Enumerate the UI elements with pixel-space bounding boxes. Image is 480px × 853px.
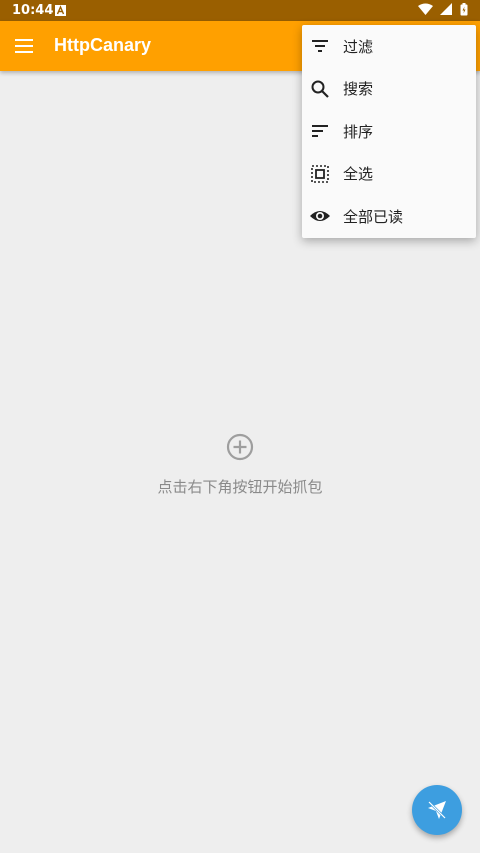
signal-icon: [440, 3, 453, 15]
status-time: 10:44: [12, 3, 54, 18]
empty-state-text: 点击右下角按钮开始抓包: [157, 478, 323, 496]
app-title: HttpCanary: [54, 35, 152, 55]
menu-item-filter[interactable]: 过滤: [302, 25, 476, 68]
wifi-icon: [417, 3, 433, 15]
empty-state: 点击右下角按钮开始抓包: [0, 432, 480, 497]
eye-icon: [310, 211, 330, 222]
filter-icon: [312, 40, 328, 53]
menu-icon[interactable]: [12, 34, 36, 58]
select-all-icon: [311, 164, 329, 183]
menu-item-label: 全选: [343, 165, 374, 184]
menu-item-search[interactable]: 搜索: [302, 68, 476, 111]
add-circle-icon: [226, 433, 254, 461]
capture-fab-button[interactable]: [412, 785, 462, 835]
menu-item-select-all[interactable]: 全选: [302, 153, 476, 196]
menu-item-label: 全部已读: [343, 207, 404, 226]
notification-a-icon: [55, 5, 66, 16]
menu-item-label: 搜索: [343, 80, 374, 99]
menu-item-label: 排序: [343, 122, 374, 141]
menu-item-label: 过滤: [343, 37, 374, 56]
menu-item-sort[interactable]: 排序: [302, 110, 476, 153]
overflow-menu: 过滤 搜索 排序 全选 全部已读: [302, 25, 476, 238]
battery-icon: [460, 3, 468, 16]
sort-icon: [312, 125, 328, 138]
capture-plane-icon: [428, 801, 446, 819]
search-icon: [311, 80, 329, 98]
menu-item-mark-all-read[interactable]: 全部已读: [302, 195, 476, 238]
status-bar: 10:44: [0, 0, 480, 21]
